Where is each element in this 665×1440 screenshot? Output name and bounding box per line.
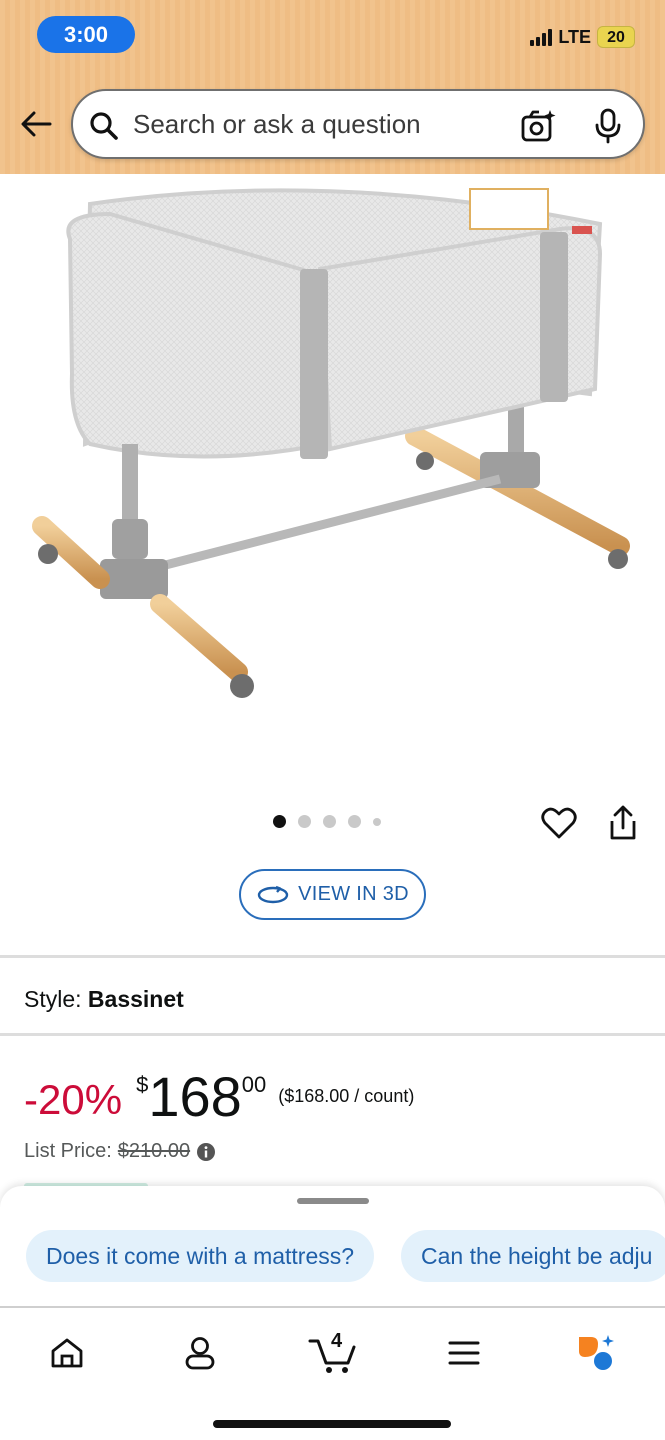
style-label: Style: (24, 986, 82, 1012)
section-divider (0, 1033, 665, 1036)
status-indicators: LTE 20 (530, 26, 635, 48)
sheet-drag-handle[interactable] (297, 1198, 369, 1204)
carousel-dot-5[interactable] (373, 817, 381, 826)
price-block: -20% $ 168 00 ($168.00 / count) (24, 1068, 414, 1126)
home-indicator (213, 1420, 451, 1428)
cart-count-badge: 4 (331, 1330, 343, 1352)
hamburger-menu-icon (448, 1341, 480, 1365)
suggestion-chip[interactable]: Can the height be adju (401, 1230, 665, 1282)
suggestion-chip[interactable]: Does it come with a mattress? (26, 1230, 375, 1282)
search-bar[interactable] (71, 89, 645, 159)
signal-icon (530, 28, 553, 46)
share-icon[interactable] (607, 804, 639, 842)
view-in-3d-button[interactable]: VIEW IN 3D (239, 869, 426, 920)
style-value: Bassinet (87, 986, 184, 1012)
tab-home[interactable] (37, 1328, 97, 1378)
ai-suggestions-sheet: Does it come with a mattress? Can the he… (0, 1186, 665, 1306)
tab-menu[interactable] (434, 1328, 494, 1378)
view-in-3d-label: VIEW IN 3D (298, 883, 409, 905)
arrow-left-icon[interactable] (18, 106, 54, 142)
price-symbol: $ (136, 1072, 149, 1097)
heart-icon[interactable] (541, 806, 577, 840)
section-divider (0, 955, 665, 958)
network-label: LTE (558, 26, 591, 47)
tab-cart[interactable]: 4 (302, 1328, 362, 1378)
list-price: List Price: $210.00 (24, 1140, 216, 1163)
list-price-value: $210.00 (117, 1140, 191, 1162)
carousel-dot-4[interactable] (348, 815, 361, 828)
bassinet-product-image[interactable] (0, 174, 665, 784)
style-selector[interactable]: Style: Bassinet (24, 986, 184, 1013)
search-input[interactable] (133, 105, 513, 143)
status-time: 3:00 (37, 16, 135, 53)
carousel-dot-2[interactable] (298, 815, 311, 828)
app-header: 3:00 LTE 20 (0, 0, 665, 174)
discount-percent: -20% (24, 1076, 123, 1123)
unit-price: ($168.00 / count) (278, 1086, 415, 1106)
price-fraction: 00 (241, 1072, 267, 1097)
info-icon[interactable] (196, 1142, 216, 1162)
camera-sparkle-icon[interactable] (521, 109, 557, 143)
user-icon (185, 1337, 215, 1370)
list-price-label: List Price: (24, 1140, 112, 1162)
carousel-dot-3[interactable] (323, 815, 336, 828)
carousel-dot-1[interactable] (273, 815, 286, 828)
rufus-ai-icon (579, 1335, 614, 1370)
tab-rufus-ai[interactable] (566, 1328, 626, 1378)
microphone-icon[interactable] (593, 108, 623, 144)
rotate-3d-icon (257, 885, 289, 903)
home-icon (51, 1338, 83, 1368)
image-carousel-dots[interactable] (273, 815, 381, 828)
search-icon (90, 112, 118, 140)
battery-indicator: 20 (597, 26, 635, 48)
price-whole: 168 (148, 1065, 242, 1128)
tab-account[interactable] (170, 1328, 230, 1378)
bottom-tab-bar: 4 (0, 1306, 665, 1440)
